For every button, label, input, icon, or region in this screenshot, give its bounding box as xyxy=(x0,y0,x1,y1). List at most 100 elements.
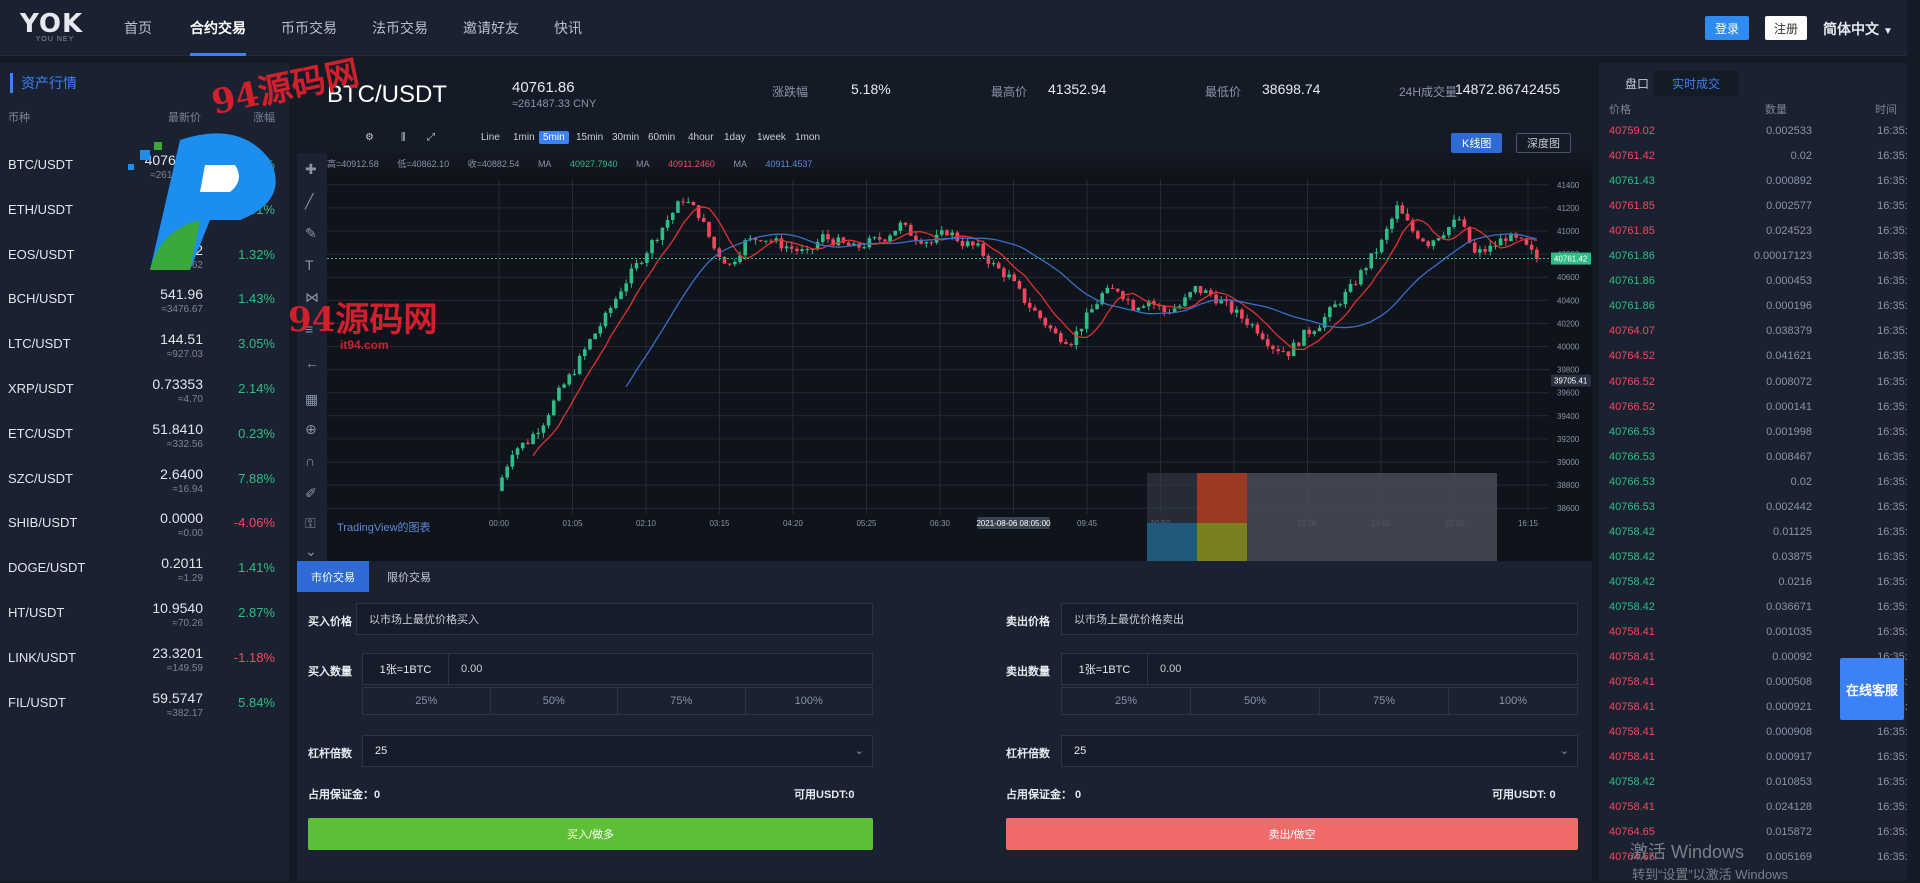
tab-limit-order[interactable]: 限价交易 xyxy=(373,561,445,592)
pattern-icon[interactable]: ⋈ xyxy=(305,289,319,306)
page-scrollbar[interactable] xyxy=(1907,0,1920,881)
buy-leverage-select[interactable]: 25 ⌄ xyxy=(362,735,873,767)
indicator-icon[interactable]: ⫼ xyxy=(397,131,410,144)
market-row[interactable]: ETH/USDT 2768. ≈1 0.51% xyxy=(0,188,289,232)
buy-qty-input[interactable]: 0.00 xyxy=(448,653,873,685)
candle-body xyxy=(1374,252,1379,254)
sell-price-label: 卖出价格 xyxy=(1006,616,1050,628)
timeframe-line[interactable]: Line xyxy=(477,131,504,144)
nav-invite[interactable]: 邀请好友 xyxy=(463,18,519,38)
high-label: 最高价 xyxy=(991,85,1028,99)
timeframe-15min[interactable]: 15min xyxy=(572,131,607,144)
sell-short-button[interactable]: 卖出/做空 xyxy=(1006,818,1578,850)
sell-pct-25[interactable]: 25% xyxy=(1062,688,1191,714)
kline-button[interactable]: K线图 xyxy=(1451,133,1503,153)
language-select[interactable]: 简体中文 ▼ xyxy=(1823,19,1893,39)
timeframe-4hour[interactable]: 4hour xyxy=(684,131,718,144)
market-change: 5.18% xyxy=(238,157,275,172)
ruler-icon[interactable]: ▦ xyxy=(305,391,318,408)
market-row[interactable]: LINK/USDT 23.3201 ≈149.59 -1.18% xyxy=(0,636,289,680)
market-row[interactable]: DOGE/USDT 0.2011 ≈1.29 1.41% xyxy=(0,546,289,590)
market-change: 2.87% xyxy=(238,605,275,620)
trade-price: 40761.43 xyxy=(1609,175,1655,188)
candle-body xyxy=(1498,238,1503,246)
buy-pct-100[interactable]: 100% xyxy=(746,688,873,714)
logo[interactable]: YOK YOU NEY xyxy=(20,11,90,46)
market-row[interactable]: FIL/USDT 59.5747 ≈382.17 5.84% xyxy=(0,681,289,725)
timeframe-5min[interactable]: 5min xyxy=(539,131,569,144)
zoom-icon[interactable]: ⊕ xyxy=(305,421,317,438)
market-price: 0.73353 xyxy=(152,376,203,392)
market-row[interactable]: ETC/USDT 51.8410 ≈332.56 0.23% xyxy=(0,412,289,456)
buy-pct-75[interactable]: 75% xyxy=(618,688,746,714)
cursor-icon[interactable]: ✚ xyxy=(305,161,317,178)
nav-news[interactable]: 快讯 xyxy=(554,18,582,38)
market-row[interactable]: LTC/USDT 144.51 ≈927.03 3.05% xyxy=(0,322,289,366)
market-price-cny: ≈70.26 xyxy=(172,618,203,629)
nav-contract[interactable]: 合约交易 xyxy=(190,18,246,56)
market-row[interactable]: SZC/USDT 2.6400 ≈16.94 7.88% xyxy=(0,457,289,501)
register-button[interactable]: 注册 xyxy=(1765,16,1807,40)
magnet-icon[interactable]: ∩ xyxy=(305,453,315,469)
lock-draw-icon[interactable]: ✐ xyxy=(305,485,317,502)
candle-body xyxy=(712,236,716,249)
buy-pct-25[interactable]: 25% xyxy=(363,688,491,714)
chart-area[interactable]: ⚙ ⫼ ⤢ Line 1min 5min 15min 30min 60min 4hour 1d… xyxy=(297,123,1592,573)
sell-qty-input[interactable]: 0.00 xyxy=(1147,653,1578,685)
online-service-button[interactable]: 在线客服 xyxy=(1840,658,1904,720)
market-change: 1.41% xyxy=(238,560,275,576)
tab-market-order[interactable]: 市价交易 xyxy=(297,561,369,592)
timeframe-1week[interactable]: 1week xyxy=(753,131,790,144)
nav-home[interactable]: 首页 xyxy=(124,18,152,38)
trade-price: 40761.86 xyxy=(1609,300,1655,313)
trade-amount: 0.000921 xyxy=(1766,701,1812,714)
nav-fiat[interactable]: 法币交易 xyxy=(372,18,428,38)
nav-spot[interactable]: 币币交易 xyxy=(281,18,337,38)
candle-body xyxy=(598,326,603,334)
candle-body xyxy=(1265,339,1270,346)
sell-pct-50[interactable]: 50% xyxy=(1191,688,1320,714)
timeframe-1mon[interactable]: 1mon xyxy=(791,131,824,144)
windows-activate-title: 激活 Windows xyxy=(1630,842,1745,862)
timeframe-1min[interactable]: 1min xyxy=(509,131,539,144)
buy-long-button[interactable]: 买入/做多 xyxy=(308,818,873,850)
market-row[interactable]: XRP/USDT 0.73353 ≈4.70 2.14% xyxy=(0,367,289,411)
timeframe-1day[interactable]: 1day xyxy=(720,131,750,144)
buy-price-input[interactable]: 以市场上最优价格买入 xyxy=(356,603,873,635)
sell-pct-75[interactable]: 75% xyxy=(1320,688,1449,714)
settings-gear-icon[interactable]: ⚙ xyxy=(361,131,378,144)
trendline-icon[interactable]: ╱ xyxy=(305,193,313,210)
market-row[interactable]: SHIB/USDT 0.0000 ≈0.00 -4.06% xyxy=(0,501,289,545)
candle-body xyxy=(795,248,799,252)
buy-pct-50[interactable]: 50% xyxy=(491,688,618,714)
login-button[interactable]: 登录 xyxy=(1705,16,1749,40)
market-row[interactable]: BTC/USDT 40761.86 ≈261487.33 5.18% xyxy=(0,143,289,187)
candle-body xyxy=(701,218,706,222)
back-arrow-icon[interactable]: ← xyxy=(305,355,319,371)
sell-price-input[interactable]: 以市场上最优价格卖出 xyxy=(1061,603,1578,635)
tradingview-label[interactable]: TradingView的图表 xyxy=(337,519,431,535)
buy-margin: 占用保证金：0 xyxy=(308,789,381,801)
candle-body xyxy=(893,230,898,236)
trade-amount: 0.000141 xyxy=(1766,400,1812,413)
candle-body xyxy=(567,374,572,385)
pen-icon[interactable]: ✎ xyxy=(305,225,317,242)
tab-live-trades[interactable]: 实时成交 xyxy=(1654,71,1739,96)
lock-icon[interactable]: ⚿ xyxy=(305,515,316,532)
depth-button[interactable]: 深度图 xyxy=(1516,133,1571,153)
market-row[interactable]: BCH/USDT 541.96 ≈3476.67 1.43% xyxy=(0,277,289,321)
candle-body xyxy=(1348,283,1353,292)
fib-icon[interactable]: ≡ xyxy=(305,321,313,337)
candle-body xyxy=(1317,327,1322,332)
candle-body xyxy=(681,201,685,203)
sell-pct-100[interactable]: 100% xyxy=(1449,688,1577,714)
timeframe-60min[interactable]: 60min xyxy=(644,131,679,144)
text-icon[interactable]: T xyxy=(305,257,314,273)
market-row[interactable]: HT/USDT 10.9540 ≈70.26 2.87% xyxy=(0,591,289,635)
fullscreen-icon[interactable]: ⤢ xyxy=(423,131,439,144)
sell-leverage-select[interactable]: 25 ⌄ xyxy=(1061,735,1578,767)
market-row[interactable]: EOS/USDT 4.1502 ≈26.62 1.32% xyxy=(0,233,289,277)
chevron-down-icon[interactable]: ⌄ xyxy=(305,543,317,560)
candle-body xyxy=(1271,345,1275,350)
timeframe-30min[interactable]: 30min xyxy=(608,131,643,144)
